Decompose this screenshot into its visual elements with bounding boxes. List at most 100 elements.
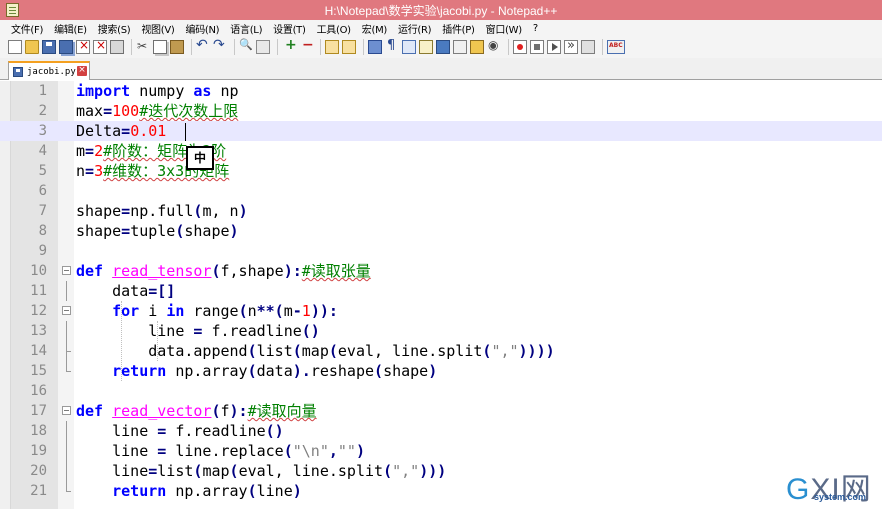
fold-line xyxy=(66,341,71,361)
copy-icon[interactable] xyxy=(153,40,167,54)
code-line[interactable]: 11 data=[] xyxy=(0,281,882,301)
line-number: 13 xyxy=(30,323,47,339)
code-token: n xyxy=(76,162,86,180)
stop-macro-icon[interactable] xyxy=(530,40,544,54)
code-line-current[interactable]: 3 Delta=0.01 xyxy=(0,121,882,141)
word-wrap-icon[interactable] xyxy=(368,40,382,54)
line-text: line=list(map(eval, line.split(","))) xyxy=(76,462,446,480)
code-line[interactable]: 8 shape=tuple(shape) xyxy=(0,221,882,241)
fold-collapse-icon[interactable] xyxy=(62,306,71,315)
code-line[interactable]: 1 import numpy as np xyxy=(0,81,882,101)
menu-window[interactable]: 窗口(W) xyxy=(486,21,523,36)
tab-bar: jacobi.py × xyxy=(0,58,882,80)
record-macro-icon[interactable] xyxy=(513,40,527,54)
code-line[interactable]: 14 data.append(list(map(eval, line.split… xyxy=(0,341,882,361)
indent-guide xyxy=(121,301,122,381)
user-defined-language-icon[interactable] xyxy=(419,40,433,54)
menu-edit[interactable]: 编辑(E) xyxy=(54,21,87,36)
save-all-icon[interactable] xyxy=(59,40,73,54)
menu-file[interactable]: 文件(F) xyxy=(11,21,43,36)
new-file-icon[interactable] xyxy=(8,40,22,54)
code-line[interactable]: 6 xyxy=(0,181,882,201)
replace-icon[interactable] xyxy=(256,40,270,54)
close-tab-icon[interactable]: × xyxy=(77,66,87,76)
code-token: numpy xyxy=(130,82,194,100)
menu-view[interactable]: 视图(V) xyxy=(141,21,174,36)
redo-icon[interactable] xyxy=(213,37,227,54)
menu-language[interactable]: 语言(L) xyxy=(230,21,262,36)
code-line[interactable]: 12 for i in range(n**(m-1)): xyxy=(0,301,882,321)
folder-as-workspace-icon[interactable] xyxy=(470,40,484,54)
run-macro-multiple-icon[interactable] xyxy=(564,38,578,54)
show-all-chars-icon[interactable] xyxy=(385,38,399,54)
sync-h-icon[interactable] xyxy=(342,40,356,54)
line-text: def read_vector(f):#读取向量 xyxy=(76,402,317,420)
code-line[interactable]: 20 line=list(map(eval, line.split(","))) xyxy=(0,461,882,481)
operator: = xyxy=(157,422,167,440)
find-icon[interactable] xyxy=(239,38,253,54)
print-icon[interactable] xyxy=(110,40,124,54)
code-line[interactable]: 15 return np.array(data).reshape(shape) xyxy=(0,361,882,381)
undo-icon[interactable] xyxy=(196,37,210,54)
code-token: data xyxy=(256,362,293,380)
operator: ): xyxy=(229,402,248,420)
menu-search[interactable]: 搜索(S) xyxy=(98,21,131,36)
code-line[interactable]: 17 def read_vector(f):#读取向量 xyxy=(0,401,882,421)
menu-macro[interactable]: 宏(M) xyxy=(362,21,388,36)
close-all-icon[interactable] xyxy=(93,38,107,54)
line-number: 17 xyxy=(30,403,47,419)
code-line[interactable]: 13 line = f.readline() xyxy=(0,321,882,341)
spell-check-icon[interactable] xyxy=(607,40,625,54)
code-line[interactable]: 4 m=2#阶数：矩阵为2阶 xyxy=(0,141,882,161)
code-token: map xyxy=(301,342,329,360)
paste-icon[interactable] xyxy=(170,40,184,54)
open-folder-icon[interactable] xyxy=(25,40,39,54)
function-list-icon[interactable] xyxy=(453,40,467,54)
menu-help[interactable]: ? xyxy=(533,23,538,34)
menu-tools[interactable]: 工具(O) xyxy=(317,21,351,36)
line-text: return np.array(data).reshape(shape) xyxy=(76,362,437,380)
code-line[interactable]: 10 def read_tensor(f,shape):#读取张量 xyxy=(0,261,882,281)
play-macro-icon[interactable] xyxy=(547,40,561,54)
menu-plugins[interactable]: 插件(P) xyxy=(442,21,475,36)
code-line[interactable]: 18 line = f.readline() xyxy=(0,421,882,441)
code-token: np xyxy=(211,82,239,100)
zoom-out-icon[interactable] xyxy=(299,37,314,54)
document-map-icon[interactable] xyxy=(436,40,450,54)
menu-encoding[interactable]: 编码(N) xyxy=(186,21,220,36)
operator: =[] xyxy=(148,282,176,300)
code-line[interactable]: 19 line = line.replace("\n","") xyxy=(0,441,882,461)
code-line[interactable]: 16 xyxy=(0,381,882,401)
save-icon[interactable] xyxy=(42,40,56,54)
fold-collapse-icon[interactable] xyxy=(62,406,71,415)
save-macro-icon[interactable] xyxy=(581,40,595,54)
zoom-in-icon[interactable] xyxy=(282,37,297,54)
cut-icon[interactable] xyxy=(136,39,150,54)
tab-jacobi-py[interactable]: jacobi.py × xyxy=(8,61,90,80)
code-token: n xyxy=(247,302,257,320)
monitoring-icon[interactable] xyxy=(487,38,501,54)
menu-run[interactable]: 运行(R) xyxy=(398,21,432,36)
sync-scroll-icon[interactable] xyxy=(325,40,339,54)
fold-line xyxy=(66,281,67,301)
menu-settings[interactable]: 设置(T) xyxy=(273,21,306,36)
operator: = xyxy=(85,142,95,160)
code-line[interactable]: 7 shape=np.full(m, n) xyxy=(0,201,882,221)
line-text: shape=np.full(m, n) xyxy=(76,202,248,220)
code-line[interactable]: 21 return np.array(line) xyxy=(0,481,882,501)
code-line[interactable]: 5 n=3#维数：3x3的矩阵 xyxy=(0,161,882,181)
code-line[interactable]: 2 max=100#迭代次数上限 xyxy=(0,101,882,121)
keyword: return xyxy=(112,482,167,500)
keyword: for xyxy=(112,302,140,320)
code-line[interactable]: 9 xyxy=(0,241,882,261)
line-number: 10 xyxy=(30,263,47,279)
menu-bar: 文件(F) 编辑(E) 搜索(S) 视图(V) 编码(N) 语言(L) 设置(T… xyxy=(0,20,882,36)
code-editor[interactable]: 1 import numpy as np 2 max=100#迭代次数上限 3 … xyxy=(0,81,882,509)
string-literal: "," xyxy=(491,342,519,360)
ime-chinese-mode-indicator[interactable]: 中 xyxy=(186,146,214,170)
title-bar[interactable]: H:\Notepad\数学实验\jacobi.py - Notepad++ xyxy=(0,0,882,20)
line-number: 1 xyxy=(38,83,47,99)
fold-collapse-icon[interactable] xyxy=(62,266,71,275)
indent-guide-icon[interactable] xyxy=(402,40,416,54)
close-file-icon[interactable] xyxy=(76,38,90,54)
